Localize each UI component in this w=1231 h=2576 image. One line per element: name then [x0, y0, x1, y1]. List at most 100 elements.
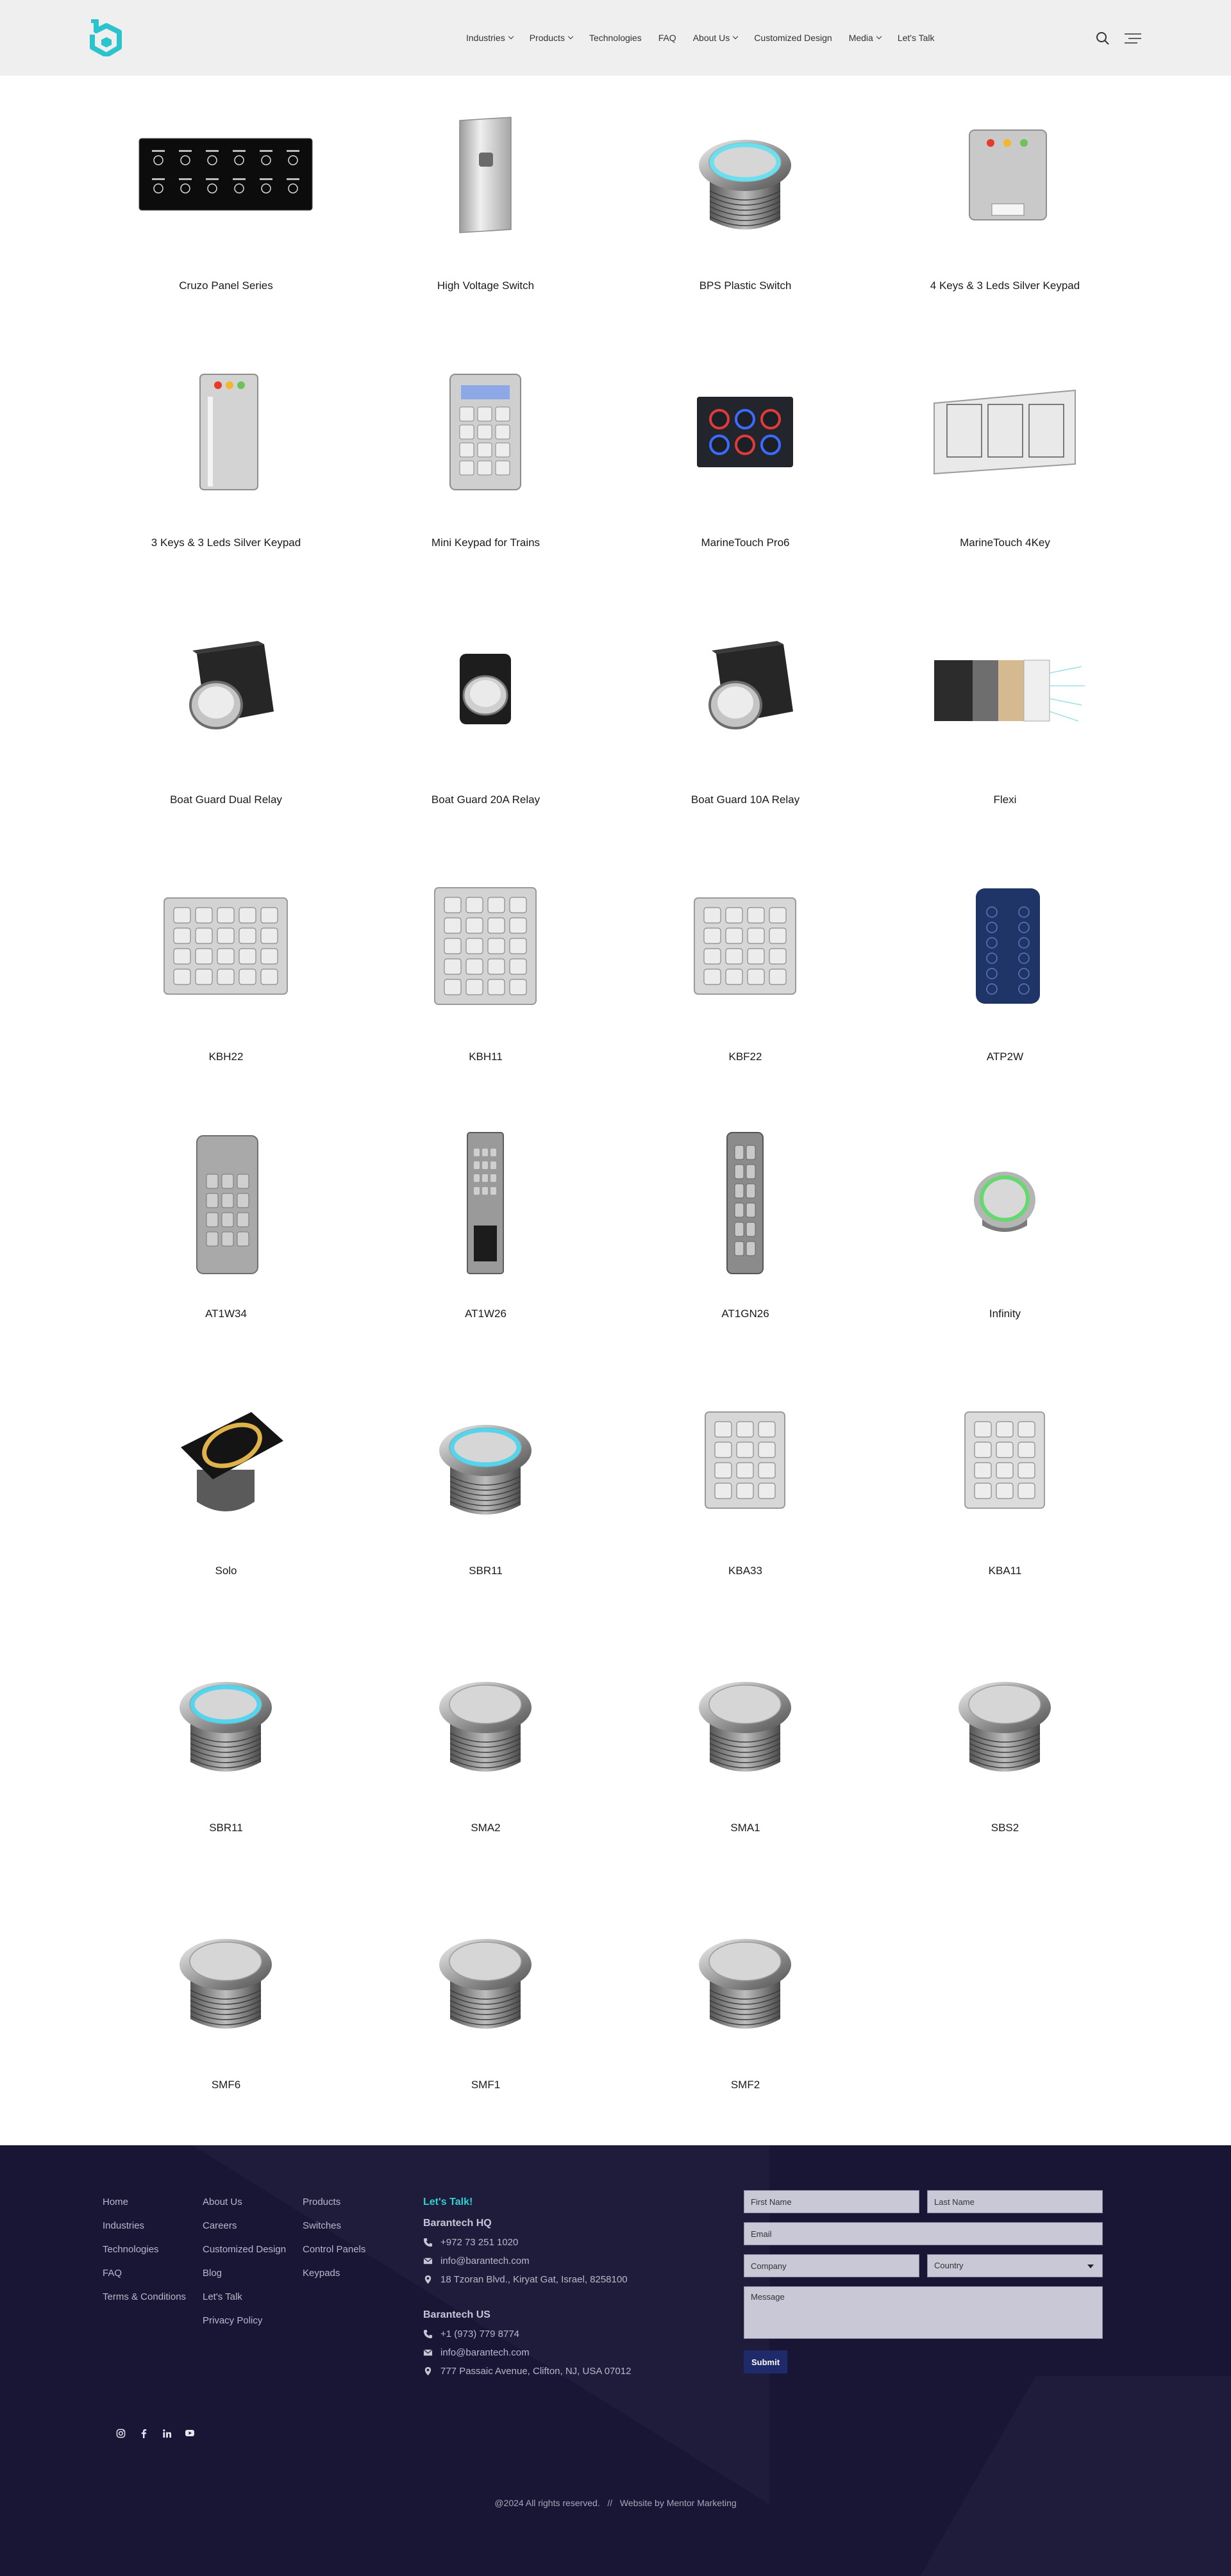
- product-image[interactable]: [421, 1386, 549, 1534]
- hq-email[interactable]: info@barantech.com: [423, 2252, 692, 2270]
- product-card[interactable]: Boat Guard 10A Relay: [616, 590, 875, 846]
- product-name[interactable]: KBH11: [356, 1051, 616, 1063]
- product-card[interactable]: 4 Keys & 3 Leds Silver Keypad: [875, 76, 1135, 332]
- product-image[interactable]: [162, 1129, 290, 1277]
- product-image[interactable]: [681, 1386, 809, 1534]
- product-image[interactable]: [681, 872, 809, 1020]
- footer-link[interactable]: Keypads: [303, 2261, 365, 2285]
- product-card[interactable]: SBS2: [875, 1618, 1135, 1874]
- product-name[interactable]: Mini Keypad for Trains: [356, 536, 616, 549]
- product-name[interactable]: SMF1: [356, 2079, 616, 2091]
- footer-link[interactable]: Products: [303, 2190, 365, 2214]
- product-name[interactable]: MarineTouch 4Key: [875, 536, 1135, 549]
- product-image[interactable]: [162, 1643, 290, 1791]
- product-image[interactable]: [133, 101, 319, 249]
- product-card[interactable]: SMF1: [356, 1875, 616, 2131]
- product-card[interactable]: SBR11: [356, 1361, 616, 1617]
- product-image[interactable]: [681, 101, 809, 249]
- footer-link[interactable]: Home: [103, 2190, 186, 2214]
- barantech-logo[interactable]: [87, 19, 123, 56]
- product-name[interactable]: BPS Plastic Switch: [616, 279, 875, 292]
- product-name[interactable]: AT1W34: [96, 1308, 356, 1320]
- nav-item-customized-design[interactable]: Customized Design: [754, 33, 832, 43]
- footer-link[interactable]: Careers: [203, 2214, 286, 2238]
- product-card[interactable]: MarineTouch Pro6: [616, 333, 875, 589]
- footer-link[interactable]: Customized Design: [203, 2238, 286, 2261]
- product-name[interactable]: Solo: [96, 1565, 356, 1577]
- product-name[interactable]: High Voltage Switch: [356, 279, 616, 292]
- product-card[interactable]: KBA33: [616, 1361, 875, 1617]
- us-email[interactable]: info@barantech.com: [423, 2343, 692, 2362]
- product-image[interactable]: [421, 872, 549, 1020]
- product-name[interactable]: MarineTouch Pro6: [616, 536, 875, 549]
- product-name[interactable]: Flexi: [875, 794, 1135, 806]
- youtube-icon[interactable]: [183, 2427, 196, 2439]
- product-name[interactable]: Boat Guard 10A Relay: [616, 794, 875, 806]
- product-name[interactable]: AT1W26: [356, 1308, 616, 1320]
- product-name[interactable]: SBR11: [356, 1565, 616, 1577]
- product-card[interactable]: SMF2: [616, 1875, 875, 2131]
- product-name[interactable]: KBA11: [875, 1565, 1135, 1577]
- product-image[interactable]: [681, 1129, 809, 1277]
- product-image[interactable]: [421, 101, 549, 249]
- product-name[interactable]: SBS2: [875, 1822, 1135, 1834]
- product-name[interactable]: AT1GN26: [616, 1308, 875, 1320]
- product-card[interactable]: KBF22: [616, 847, 875, 1103]
- search-icon[interactable]: [1095, 31, 1110, 46]
- product-name[interactable]: SMA2: [356, 1822, 616, 1834]
- nav-item-technologies[interactable]: Technologies: [589, 33, 642, 43]
- product-image[interactable]: [421, 358, 549, 506]
- product-image[interactable]: [162, 872, 290, 1020]
- product-name[interactable]: SMA1: [616, 1822, 875, 1834]
- email-input[interactable]: [744, 2222, 1103, 2245]
- nav-item-let-s-talk[interactable]: Let's Talk: [898, 33, 935, 43]
- product-image[interactable]: [941, 1129, 1069, 1277]
- product-image[interactable]: [162, 1900, 290, 2048]
- message-textarea[interactable]: [744, 2286, 1103, 2339]
- product-image[interactable]: [941, 1386, 1069, 1534]
- product-image[interactable]: [421, 615, 549, 763]
- last-name-input[interactable]: [927, 2190, 1103, 2213]
- footer-link[interactable]: Switches: [303, 2214, 365, 2238]
- product-image[interactable]: [681, 1643, 809, 1791]
- product-card[interactable]: KBA11: [875, 1361, 1135, 1617]
- footer-link[interactable]: Technologies: [103, 2238, 186, 2261]
- product-card[interactable]: SBR11: [96, 1618, 356, 1874]
- product-card[interactable]: Flexi: [875, 590, 1135, 846]
- instagram-icon[interactable]: [114, 2427, 127, 2439]
- product-name[interactable]: Infinity: [875, 1308, 1135, 1320]
- product-card[interactable]: ATP2W: [875, 847, 1135, 1103]
- product-card[interactable]: Boat Guard Dual Relay: [96, 590, 356, 846]
- footer-link[interactable]: Blog: [203, 2261, 286, 2285]
- footer-link[interactable]: About Us: [203, 2190, 286, 2214]
- product-name[interactable]: Boat Guard 20A Relay: [356, 794, 616, 806]
- facebook-icon[interactable]: [137, 2427, 150, 2439]
- product-image[interactable]: [421, 1900, 549, 2048]
- footer-link[interactable]: Terms & Conditions: [103, 2285, 186, 2309]
- product-card[interactable]: Boat Guard 20A Relay: [356, 590, 616, 846]
- product-name[interactable]: Boat Guard Dual Relay: [96, 794, 356, 806]
- nav-item-faq[interactable]: FAQ: [658, 33, 676, 43]
- product-card[interactable]: AT1W34: [96, 1104, 356, 1360]
- product-name[interactable]: KBF22: [616, 1051, 875, 1063]
- product-card[interactable]: KBH11: [356, 847, 616, 1103]
- product-card[interactable]: High Voltage Switch: [356, 76, 616, 332]
- product-image[interactable]: [162, 615, 290, 763]
- product-image[interactable]: [681, 1900, 809, 2048]
- product-image[interactable]: [941, 872, 1069, 1020]
- product-image[interactable]: [912, 615, 1098, 763]
- product-card[interactable]: SMA2: [356, 1618, 616, 1874]
- product-name[interactable]: KBH22: [96, 1051, 356, 1063]
- footer-link[interactable]: FAQ: [103, 2261, 186, 2285]
- product-image[interactable]: [421, 1643, 549, 1791]
- contact-title[interactable]: Let's Talk!: [423, 2190, 692, 2214]
- product-name[interactable]: 3 Keys & 3 Leds Silver Keypad: [96, 536, 356, 549]
- nav-item-media[interactable]: Media: [849, 33, 882, 43]
- product-image[interactable]: [681, 615, 809, 763]
- product-image[interactable]: [941, 1643, 1069, 1791]
- footer-link[interactable]: Let's Talk: [203, 2285, 286, 2309]
- product-card[interactable]: AT1GN26: [616, 1104, 875, 1360]
- product-card[interactable]: SMA1: [616, 1618, 875, 1874]
- product-card[interactable]: Infinity: [875, 1104, 1135, 1360]
- product-card[interactable]: SMF6: [96, 1875, 356, 2131]
